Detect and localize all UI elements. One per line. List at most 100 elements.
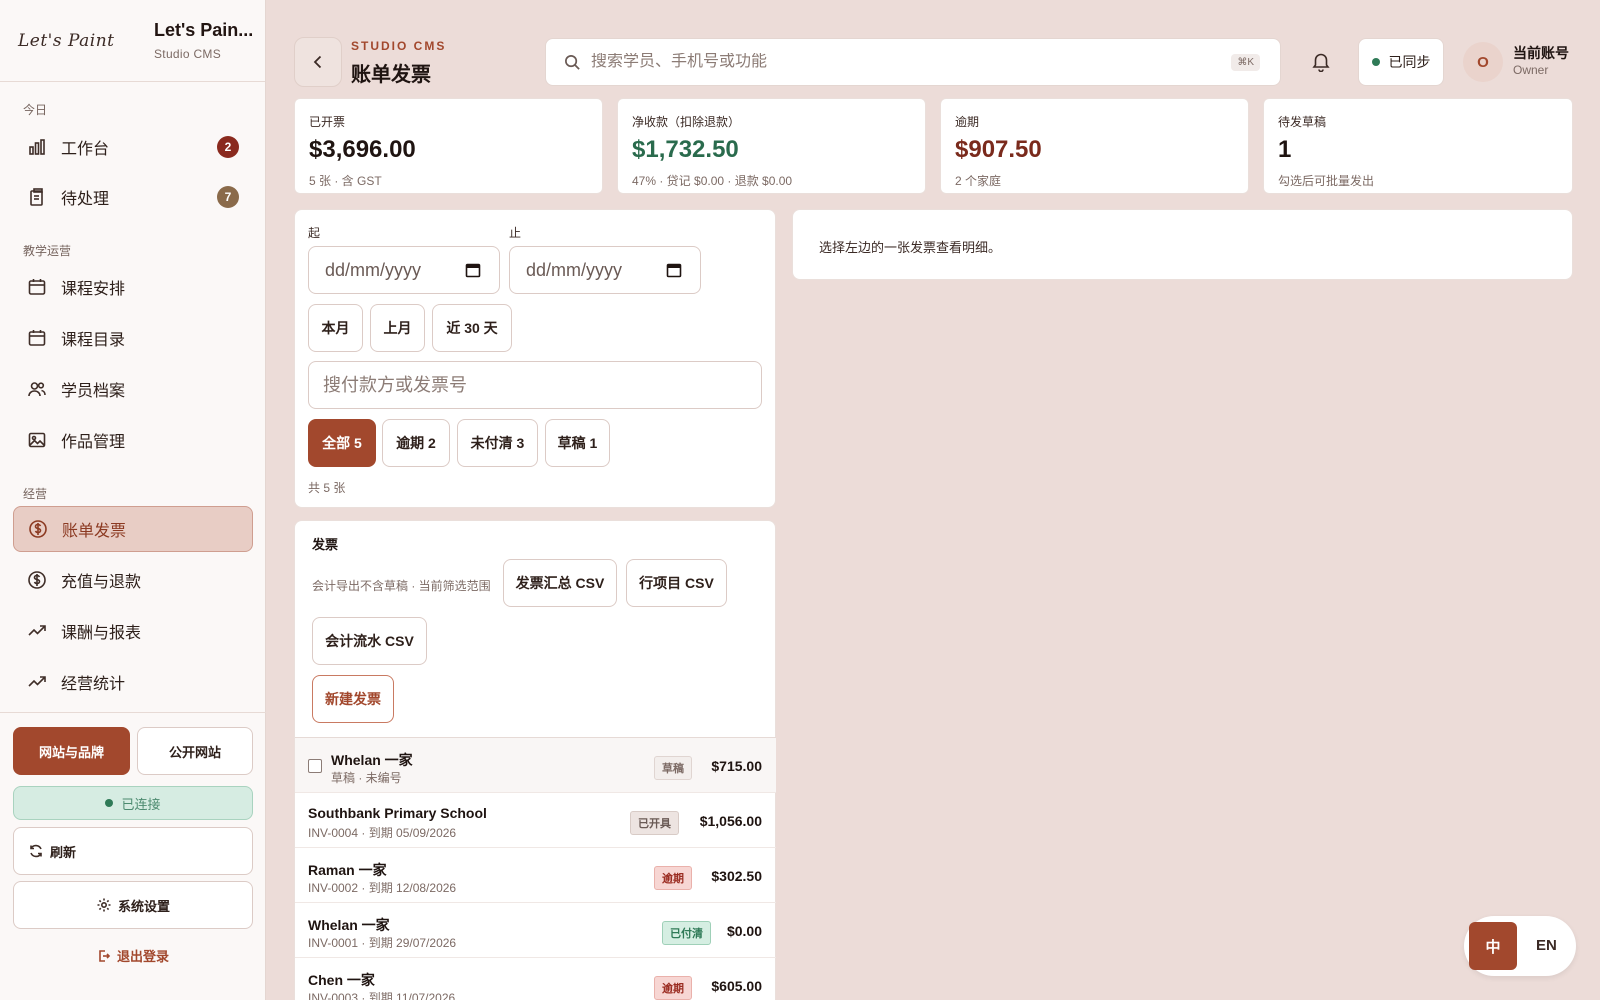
shortcut-hint: ⌘K (1231, 53, 1260, 71)
invoice-meta: INV-0001 · 到期 29/07/2026 (308, 936, 457, 950)
sidebar-item-label: 经营统计 (61, 676, 126, 693)
status-filter-unpaid[interactable]: 未付清 3 (457, 419, 538, 467)
gear-icon (97, 898, 111, 912)
table-row[interactable]: Whelan 一家 草稿 · 未编号 草稿 $715.00 (295, 737, 776, 792)
stat-sub: 47% · 贷记 $0.00 · 退款 $0.00 (632, 174, 793, 188)
stat-value: 1 (1278, 136, 1292, 163)
logout-label: 退出登录 (116, 949, 169, 964)
sidebar-item-label: 工作台 (61, 141, 110, 158)
brand[interactable]: Let's Paint Let's Pain... Studio CMS (0, 0, 265, 82)
clipboard-icon (30, 188, 43, 206)
nav-section-today: 今日 (23, 103, 48, 117)
back-button[interactable] (294, 37, 342, 87)
quick-range-30-days[interactable]: 近 30 天 (432, 304, 512, 352)
from-date-label: 起 (308, 226, 321, 240)
sidebar-item-catalog[interactable]: 课程目录 (13, 315, 253, 361)
sidebar-item-todo[interactable]: 待处理 7 (13, 174, 253, 220)
export-note: 会计导出不含草稿 · 当前筛选范围 (312, 579, 491, 593)
from-date-input[interactable]: dd/mm/yyyy (308, 246, 500, 294)
page-kicker: STUDIO CMS (351, 39, 447, 53)
sync-status[interactable]: 已同步 (1358, 38, 1444, 86)
stat-value: $1,732.50 (632, 136, 739, 163)
calendar-icon (666, 263, 682, 278)
nav-section-teaching: 教学运营 (23, 244, 72, 258)
invoice-detail-panel: 选择左边的一张发票查看明细。 (792, 209, 1573, 280)
table-row[interactable]: Southbank Primary School INV-0004 · 到期 0… (295, 792, 776, 847)
sidebar-item-label: 作品管理 (61, 434, 126, 451)
sidebar: Let's Paint Let's Pain... Studio CMS 今日 … (0, 0, 266, 1000)
quick-range-this-month[interactable]: 本月 (308, 304, 363, 352)
dollar-icon (29, 520, 47, 538)
status-filter-all[interactable]: 全部 5 (308, 419, 376, 467)
sidebar-item-label: 充值与退款 (61, 574, 142, 591)
invoice-amount: $1,056.00 (699, 813, 762, 829)
table-row[interactable]: Chen 一家 INV-0003 · 到期 11/07/2026 逾期 $605… (295, 957, 776, 1000)
settings-button[interactable]: 系统设置 (13, 881, 253, 929)
brand-title: Let's Pain... (154, 20, 254, 40)
stat-label: 已开票 (309, 115, 346, 129)
search-input[interactable] (591, 53, 1211, 71)
export-ledger-csv-button[interactable]: 会计流水 CSV (312, 617, 427, 665)
sidebar-item-topup-refund[interactable]: 充值与退款 (13, 557, 253, 603)
row-checkbox[interactable] (308, 759, 322, 773)
settings-label: 系统设置 (117, 898, 170, 914)
nav-section-business: 经营 (23, 487, 48, 501)
calendar-icon (465, 263, 481, 278)
notifications-button[interactable] (1310, 50, 1332, 75)
page-title: 账单发票 (351, 64, 431, 86)
chevron-left-icon (313, 55, 322, 69)
status-badge: 逾期 (654, 976, 692, 1000)
sidebar-item-students[interactable]: 学员档案 (13, 366, 253, 412)
status-filter-overdue[interactable]: 逾期 2 (382, 419, 450, 467)
trend-icon (28, 676, 46, 687)
quick-range-last-month[interactable]: 上月 (370, 304, 425, 352)
payer-search-field[interactable] (308, 361, 762, 409)
sidebar-item-business-stats[interactable]: 经营统计 (13, 659, 253, 705)
language-toggle: 中 EN (1464, 916, 1576, 976)
sidebar-item-label: 课酬与报表 (61, 625, 142, 642)
website-brand-button[interactable]: 网站与品牌 (13, 727, 130, 775)
count-badge: 2 (217, 136, 239, 158)
public-site-button[interactable]: 公开网站 (137, 727, 253, 775)
status-badge: 草稿 (654, 756, 692, 780)
connection-status: 已连接 (13, 786, 253, 820)
sidebar-item-schedule[interactable]: 课程安排 (13, 264, 253, 310)
new-invoice-button[interactable]: 新建发票 (312, 675, 394, 723)
invoice-amount: $302.50 (711, 868, 762, 884)
sidebar-item-artworks[interactable]: 作品管理 (13, 417, 253, 463)
sidebar-item-pay-reports[interactable]: 课酬与报表 (13, 608, 253, 654)
count-badge: 7 (217, 186, 239, 208)
table-row[interactable]: Raman 一家 INV-0002 · 到期 12/08/2026 逾期 $30… (295, 847, 776, 902)
refresh-button[interactable]: 刷新 (13, 827, 253, 875)
stat-card-net-received: 净收款（扣除退款） $1,732.50 47% · 贷记 $0.00 · 退款 … (617, 98, 926, 194)
invoice-payer: Raman 一家 (308, 862, 387, 878)
sync-dot (1371, 58, 1380, 66)
logout-link[interactable]: 退出登录 (13, 946, 253, 965)
stat-value: $907.50 (955, 136, 1042, 163)
table-row[interactable]: Whelan 一家 INV-0001 · 到期 29/07/2026 已付清 $… (295, 902, 776, 957)
global-search[interactable]: ⌘K (545, 38, 1281, 86)
sidebar-item-dashboard[interactable]: 工作台 2 (13, 124, 253, 170)
payer-search-input[interactable] (323, 374, 761, 396)
sidebar-item-billing[interactable]: 账单发票 (13, 506, 253, 552)
invoice-count: 共 5 张 (308, 481, 346, 495)
status-filter-draft[interactable]: 草稿 1 (545, 419, 610, 467)
invoice-payer: Whelan 一家 (331, 752, 413, 768)
language-en-button[interactable]: EN (1536, 937, 1557, 954)
sidebar-item-label: 课程安排 (61, 281, 126, 298)
invoice-amount: $605.00 (711, 978, 762, 994)
invoice-payer: Southbank Primary School (308, 805, 487, 821)
avatar[interactable]: O (1463, 42, 1503, 82)
to-date-input[interactable]: dd/mm/yyyy (509, 246, 701, 294)
language-zh-button[interactable]: 中 (1469, 922, 1517, 970)
invoice-meta: INV-0004 · 到期 05/09/2026 (308, 826, 457, 840)
stat-sub: 2 个家庭 (955, 174, 1002, 188)
export-lines-csv-button[interactable]: 行项目 CSV (626, 559, 727, 607)
search-icon (565, 54, 580, 70)
invoice-payer: Chen 一家 (308, 972, 375, 988)
bell-icon (1312, 53, 1330, 73)
brand-subtitle: Studio CMS (154, 47, 222, 61)
export-summary-csv-button[interactable]: 发票汇总 CSV (503, 559, 617, 607)
to-date-label: 止 (509, 226, 522, 240)
sidebar-item-label: 学员档案 (61, 383, 126, 400)
